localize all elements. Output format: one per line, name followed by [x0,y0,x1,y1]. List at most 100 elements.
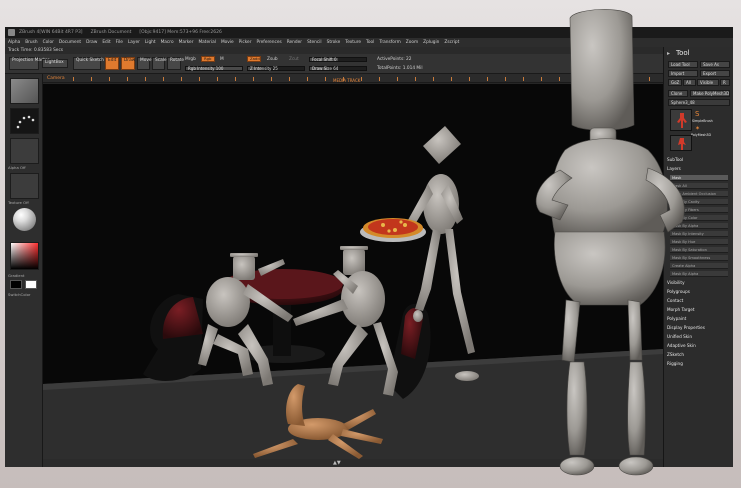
masking-item[interactable]: Mask By Fibers [670,207,728,213]
import-button[interactable]: Import [668,70,698,77]
layers-section[interactable]: Layers [667,166,681,171]
masking-item[interactable]: Mask By Alpha [670,271,728,277]
menu-item[interactable]: Tool [366,40,374,45]
move-button[interactable]: Move [137,57,152,70]
material-thumbnail[interactable] [10,207,39,233]
tool-section[interactable]: Morph Target [667,307,695,312]
brush-thumbnail[interactable] [10,78,39,104]
menu-item[interactable]: Brush [25,40,37,45]
color-picker[interactable] [10,242,39,270]
rgb-toggle[interactable]: Rgb [201,56,215,62]
menu-item[interactable]: Light [145,40,156,45]
zcut-toggle[interactable]: Zcut [289,57,299,62]
tool-section[interactable]: Unified Skin [667,334,692,339]
scale-button[interactable]: Scale [152,57,167,70]
menu-item[interactable]: Stencil [307,40,322,45]
alpha-label: Alpha Off [8,165,26,170]
timeline-ticks [73,77,659,81]
menu-item[interactable]: Zplugin [423,40,439,45]
projection-master-button[interactable]: Projection Master [9,57,49,70]
current-tool-thumbnail[interactable] [670,109,692,131]
draw-button[interactable]: Draw [121,57,135,70]
memory-info: [Objs:9417] Mem:573+96 Free:2626 [139,30,222,35]
rgb-intensity-slider[interactable]: Rgb Intensity 100 [185,66,243,71]
current-tool-slider[interactable]: Sphere3_48 [668,99,730,106]
draw-size-slider[interactable]: Draw Size 64 [309,66,367,71]
z-intensity-slider[interactable]: Z Intensity 25 [247,66,305,71]
load-tool-button[interactable]: Load Tool [668,61,698,68]
expand-handle-icon[interactable]: ▲▼ [333,460,341,466]
menu-item[interactable]: Preferences [256,40,281,45]
document-canvas[interactable] [43,84,663,459]
tool-section[interactable]: Visibility [667,280,685,285]
mrgb-toggle[interactable]: Mrgb [185,57,196,62]
zsub-toggle[interactable]: Zsub [267,57,278,62]
masking-item[interactable]: Mask All [670,183,728,189]
tool-section[interactable]: Polygroups [667,289,690,294]
polymesh-star-icon[interactable]: ✶ [695,125,700,132]
menu-item[interactable]: Material [198,40,215,45]
bottom-shelf[interactable]: ▲▼ [43,459,663,467]
masking-item[interactable]: Mask Ambient Occlusion [670,191,728,197]
quick-sketch-button[interactable]: Quick Sketch [73,57,104,70]
save-as-button[interactable]: Save As [700,61,730,68]
menu-item[interactable]: Macro [161,40,174,45]
r-button[interactable]: R [720,79,730,86]
menu-item[interactable]: Transform [379,40,400,45]
subtool-section[interactable]: SubTool [667,157,683,162]
menu-item[interactable]: Render [287,40,302,45]
texture-thumbnail[interactable] [10,173,39,199]
tool-section[interactable]: ZSketch [667,352,684,357]
tool-section[interactable]: Display Properties [667,325,705,330]
export-button[interactable]: Export [700,70,730,77]
menu-item[interactable]: File [116,40,123,45]
tool-thumbnail-2[interactable] [670,135,692,151]
menu-item[interactable]: Color [43,40,54,45]
menu-item[interactable]: Marker [179,40,194,45]
tool-section[interactable]: Adaptive Skin [667,343,696,348]
menu-item[interactable]: Edit [102,40,110,45]
menu-item[interactable]: Zscript [444,40,459,45]
menu-item[interactable]: Zoom [406,40,418,45]
masking-item[interactable]: Create Alpha [670,263,728,269]
collapse-icon[interactable]: ▸ [667,50,670,57]
goz-button[interactable]: GoZ [668,79,682,86]
lightbox-button[interactable]: LightBox [42,59,68,68]
zadd-toggle[interactable]: Zadd [247,56,261,62]
tool-section[interactable]: Rigging [667,361,683,366]
m-toggle[interactable]: M [220,57,224,62]
masking-item[interactable]: Mask By Smoothness [670,255,728,261]
masking-item[interactable]: Mask By Color [670,215,728,221]
rotate-button[interactable]: Rotate [167,57,184,70]
menu-item[interactable]: Picker [239,40,252,45]
stroke-thumbnail[interactable] [10,108,39,134]
masking-item[interactable]: Mask By Saturation [670,247,728,253]
make-polymesh-button[interactable]: Make PolyMesh3D [690,90,730,97]
masking-item[interactable]: Mask By Intensity [670,231,728,237]
tool-section[interactable]: Contact [667,298,683,303]
secondary-color-swatch[interactable] [25,280,37,289]
masking-item[interactable]: Mask By Alpha [670,223,728,229]
tool-section[interactable]: Polypaint [667,316,686,321]
total-points: TotalPoints: 1.014 Mil [377,66,423,71]
clone-button[interactable]: Clone [668,90,688,97]
menu-item[interactable]: Layer [128,40,140,45]
menu-item[interactable]: Texture [345,40,361,45]
masking-item[interactable]: Mask By Cavity [670,199,728,205]
main-color-swatch[interactable] [10,280,22,289]
alpha-thumbnail[interactable] [10,138,39,164]
visible-button[interactable]: Visible [697,79,719,86]
edit-button[interactable]: Edit [105,57,119,70]
masking-item[interactable]: Mask [670,175,728,181]
simplebrush-icon[interactable]: S [695,110,699,118]
timeline-ruler[interactable]: Camera MEDIA TRACK [43,74,663,83]
dots-stroke-icon [16,115,35,129]
menu-item[interactable]: Draw [86,40,97,45]
menu-item[interactable]: Document [59,40,81,45]
menu-item[interactable]: Alpha [8,40,20,45]
focal-shift-slider[interactable]: Focal Shift 0 [309,57,367,62]
all-button[interactable]: All [683,79,696,86]
masking-item[interactable]: Mask By Hue [670,239,728,245]
menu-item[interactable]: Movie [221,40,234,45]
menu-item[interactable]: Stroke [327,40,341,45]
